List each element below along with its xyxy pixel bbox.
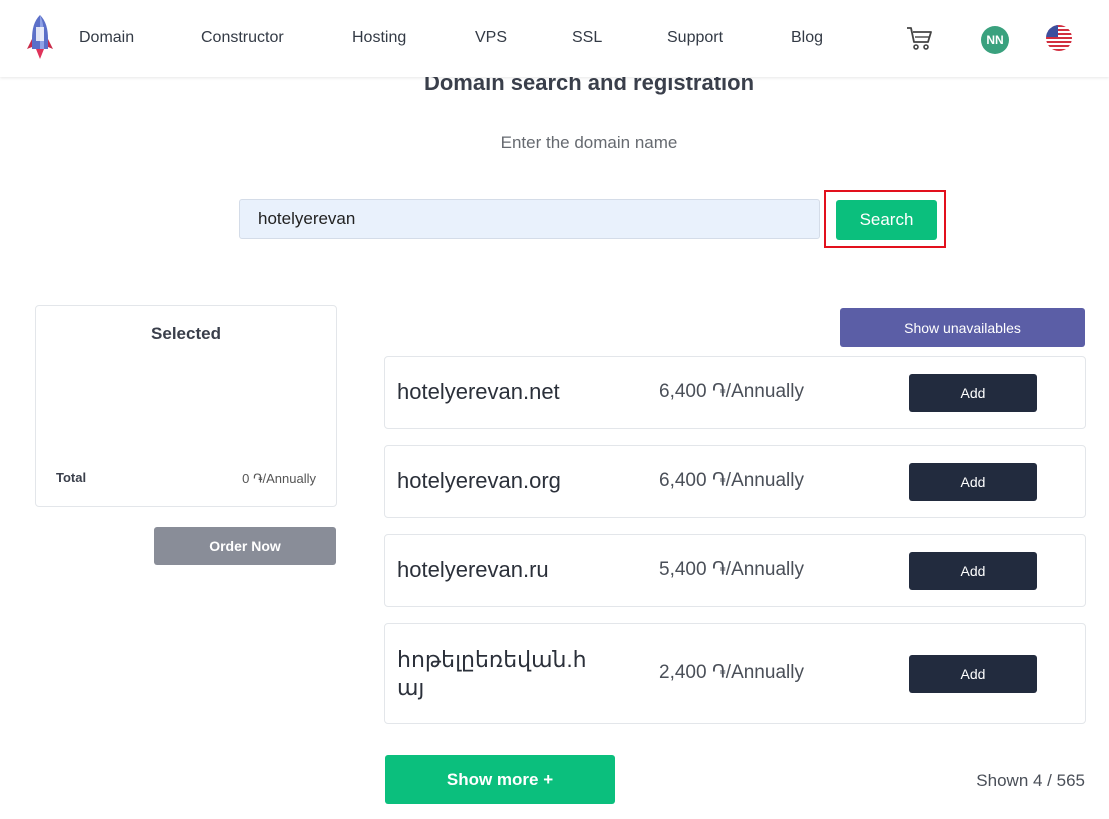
- domain-price: 2,400 ֏/Annually: [659, 662, 804, 683]
- cart-icon[interactable]: [905, 24, 933, 52]
- show-more-button[interactable]: Show more +: [385, 755, 615, 804]
- nav-item-vps[interactable]: VPS: [475, 29, 507, 47]
- selected-panel: Selected Total 0 ֏/Annually: [35, 305, 337, 507]
- search-subtitle: Enter the domain name: [500, 133, 678, 152]
- add-domain-button[interactable]: Add: [909, 655, 1037, 693]
- add-domain-button[interactable]: Add: [909, 374, 1037, 412]
- nav-item-hosting[interactable]: Hosting: [352, 29, 406, 47]
- shown-count: Shown 4 / 565: [976, 771, 1085, 790]
- total-label: Total: [56, 470, 87, 485]
- nav-item-support[interactable]: Support: [667, 29, 723, 47]
- domain-price: 6,400 ֏/Annually: [659, 381, 804, 402]
- domain-name: hotelyerevan.net: [397, 379, 560, 404]
- domain-name: hotelyerevan.ru: [397, 557, 549, 582]
- nav-item-blog[interactable]: Blog: [791, 29, 823, 47]
- domain-result-row: hotelyerevan.ru 5,400 ֏/Annually Add: [384, 534, 1086, 607]
- nav-item-ssl[interactable]: SSL: [572, 29, 602, 47]
- user-avatar[interactable]: NN: [981, 26, 1009, 54]
- show-unavailables-button[interactable]: Show unavailables: [840, 308, 1085, 347]
- total-value: 0 ֏/Annually: [242, 471, 316, 486]
- domain-price: 5,400 ֏/Annually: [659, 559, 804, 580]
- domain-price: 6,400 ֏/Annually: [659, 470, 804, 491]
- search-button[interactable]: Search: [836, 200, 937, 240]
- top-navigation-bar: Domain Constructor Hosting VPS SSL Suppo…: [0, 0, 1109, 77]
- domain-search-input[interactable]: [239, 199, 820, 239]
- rocket-logo-icon[interactable]: [26, 13, 54, 61]
- order-now-button[interactable]: Order Now: [154, 527, 336, 565]
- nav-item-domain[interactable]: Domain: [79, 29, 134, 47]
- domain-name: hotelyerevan.org: [397, 468, 561, 493]
- selected-title: Selected: [151, 324, 221, 343]
- nav-item-constructor[interactable]: Constructor: [201, 29, 284, 47]
- domain-result-row: hotelyerevan.net 6,400 ֏/Annually Add: [384, 356, 1086, 429]
- add-domain-button[interactable]: Add: [909, 552, 1037, 590]
- domain-result-row: hotelyerevan.org 6,400 ֏/Annually Add: [384, 445, 1086, 518]
- domain-result-row: հոթելըեռեվան.հայ 2,400 ֏/Annually Add: [384, 623, 1086, 724]
- us-flag-icon[interactable]: [1046, 25, 1072, 51]
- domain-name: հոթելըեռեվան.հայ: [397, 647, 587, 700]
- add-domain-button[interactable]: Add: [909, 463, 1037, 501]
